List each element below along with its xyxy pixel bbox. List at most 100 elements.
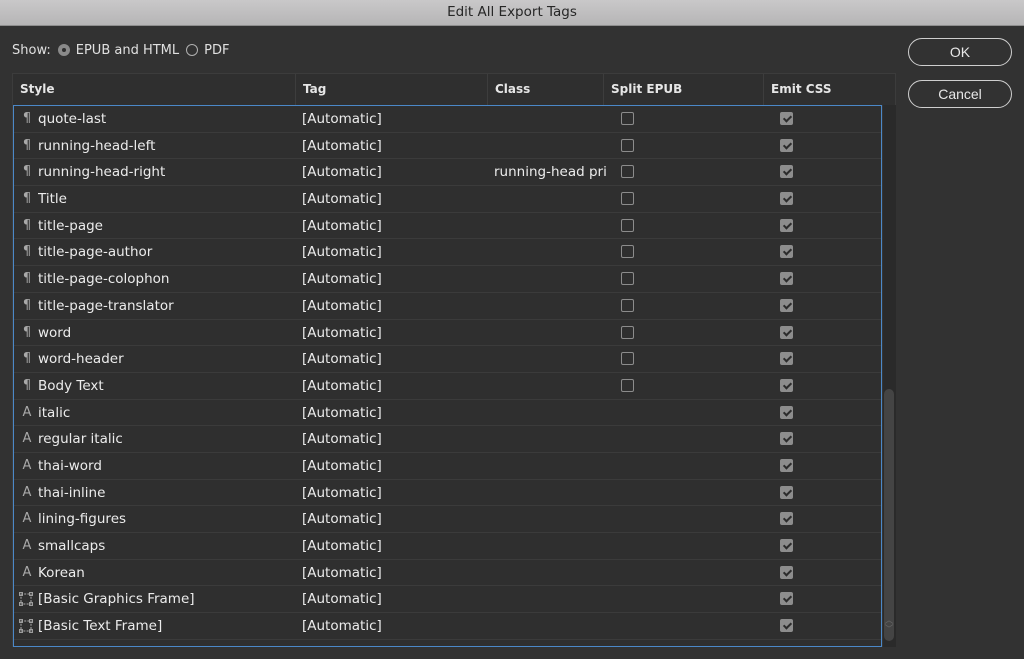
tag-value[interactable]: [Automatic] — [302, 426, 487, 452]
split-epub-checkbox[interactable] — [621, 378, 634, 392]
pdf-radio[interactable] — [186, 44, 199, 56]
class-value[interactable] — [494, 320, 609, 346]
split-epub-checkbox[interactable] — [621, 272, 634, 286]
show-option-pdf[interactable]: PDF — [186, 43, 229, 58]
emit-css-checkbox[interactable] — [780, 245, 793, 259]
emit-css-checkbox[interactable] — [780, 298, 793, 312]
split-epub-checkbox[interactable] — [621, 325, 634, 339]
tag-value[interactable]: [Automatic] — [302, 373, 487, 399]
class-value[interactable] — [494, 266, 609, 292]
class-value[interactable] — [494, 480, 609, 506]
emit-css-checkbox[interactable] — [780, 565, 793, 579]
tag-value[interactable]: [Automatic] — [302, 213, 487, 239]
table-row[interactable]: ¶ word [Automatic] — [14, 320, 881, 347]
emit-css-checkbox[interactable] — [780, 138, 793, 152]
class-value[interactable] — [494, 373, 609, 399]
emit-css-checkbox[interactable] — [780, 485, 793, 499]
table-row[interactable]: ¶ title-page [Automatic] — [14, 213, 881, 240]
split-epub-checkbox[interactable] — [621, 192, 634, 206]
emit-css-checkbox[interactable] — [780, 352, 793, 366]
table-row[interactable]: ¶ running-head-right [Automatic] running… — [14, 159, 881, 187]
class-value[interactable] — [494, 346, 609, 372]
table-row[interactable]: A italic [Automatic] — [14, 400, 881, 427]
split-epub-checkbox[interactable] — [621, 112, 634, 125]
tag-value[interactable]: [Automatic] — [302, 533, 487, 559]
table-row[interactable]: ¶ word-header [Automatic] — [14, 346, 881, 373]
vertical-scrollbar[interactable]: ︿ ﹀ — [882, 105, 896, 647]
column-header-class[interactable]: Class — [488, 74, 604, 105]
table-row[interactable]: ¶ title-page-translator [Automatic] — [14, 293, 881, 320]
column-header-tag[interactable]: Tag — [296, 74, 488, 105]
class-value[interactable] — [494, 613, 609, 639]
class-value[interactable] — [494, 213, 609, 239]
table-row[interactable]: [Basic Text Frame] [Automatic] — [14, 613, 881, 640]
class-value[interactable] — [494, 560, 609, 586]
tag-value[interactable]: [Automatic] — [302, 453, 487, 479]
tag-value[interactable]: [Automatic] — [302, 133, 487, 159]
emit-css-checkbox[interactable] — [780, 592, 793, 606]
emit-css-checkbox[interactable] — [780, 432, 793, 446]
tag-value[interactable]: [Automatic] — [302, 613, 487, 639]
class-value[interactable] — [494, 239, 609, 265]
table-row[interactable]: ¶ title-page-colophon [Automatic] — [14, 266, 881, 293]
class-value[interactable] — [494, 533, 609, 559]
split-epub-checkbox[interactable] — [621, 245, 634, 259]
split-epub-checkbox[interactable] — [621, 352, 634, 366]
table-row[interactable]: ¶ title-page-author [Automatic] — [14, 239, 881, 267]
split-epub-checkbox[interactable] — [621, 218, 634, 232]
split-epub-checkbox[interactable] — [621, 298, 634, 312]
table-row[interactable]: A thai-inline [Automatic] — [14, 480, 881, 507]
scroll-arrows-icon[interactable]: ︿ ﹀ — [884, 617, 894, 635]
emit-css-checkbox[interactable] — [780, 272, 793, 286]
tag-value[interactable]: [Automatic] — [302, 266, 487, 292]
table-row[interactable]: ¶ Body Text [Automatic] — [14, 373, 881, 400]
tag-value[interactable]: [Automatic] — [302, 400, 487, 426]
emit-css-checkbox[interactable] — [780, 218, 793, 232]
class-value[interactable] — [494, 506, 609, 532]
emit-css-checkbox[interactable] — [780, 458, 793, 472]
emit-css-checkbox[interactable] — [780, 405, 793, 419]
class-value[interactable]: running-head pri — [494, 159, 609, 185]
table-row[interactable]: A smallcaps [Automatic] — [14, 533, 881, 560]
emit-css-checkbox[interactable] — [780, 192, 793, 206]
tag-value[interactable]: [Automatic] — [302, 560, 487, 586]
column-header-emit-css[interactable]: Emit CSS — [764, 74, 895, 105]
tag-value[interactable]: [Automatic] — [302, 293, 487, 319]
tag-value[interactable]: [Automatic] — [302, 506, 487, 532]
split-epub-checkbox[interactable] — [621, 138, 634, 152]
class-value[interactable] — [494, 400, 609, 426]
emit-css-checkbox[interactable] — [780, 112, 793, 125]
column-header-style[interactable]: Style — [13, 74, 296, 105]
table-row[interactable]: ¶ running-head-left [Automatic] — [14, 133, 881, 160]
table-row[interactable]: A lining-figures [Automatic] — [14, 506, 881, 533]
table-row[interactable]: A thai-word [Automatic] — [14, 453, 881, 480]
table-row[interactable]: ¶ Title [Automatic] — [14, 186, 881, 213]
show-option-epub-html[interactable]: EPUB and HTML — [57, 43, 179, 58]
tag-value[interactable]: [Automatic] — [302, 320, 487, 346]
emit-css-checkbox[interactable] — [780, 539, 793, 552]
column-header-split-epub[interactable]: Split EPUB — [604, 74, 764, 105]
class-value[interactable] — [494, 586, 609, 612]
class-value[interactable] — [494, 186, 609, 212]
cancel-button[interactable]: Cancel — [908, 80, 1012, 108]
scrollbar-thumb[interactable] — [884, 389, 894, 641]
tag-value[interactable]: [Automatic] — [302, 106, 487, 132]
tag-value[interactable]: [Automatic] — [302, 159, 487, 185]
class-value[interactable] — [494, 453, 609, 479]
tag-value[interactable]: [Automatic] — [302, 480, 487, 506]
class-value[interactable] — [494, 293, 609, 319]
split-epub-checkbox[interactable] — [621, 165, 634, 179]
emit-css-checkbox[interactable] — [780, 378, 793, 392]
epub-html-radio[interactable] — [57, 44, 70, 56]
table-row[interactable]: [Basic Graphics Frame] [Automatic] — [14, 586, 881, 614]
class-value[interactable] — [494, 426, 609, 452]
tag-value[interactable]: [Automatic] — [302, 239, 487, 265]
table-row[interactable]: ¶ quote-last [Automatic] — [14, 106, 881, 133]
class-value[interactable] — [494, 133, 609, 159]
emit-css-checkbox[interactable] — [780, 619, 793, 633]
table-row[interactable]: A regular italic [Automatic] — [14, 426, 881, 453]
emit-css-checkbox[interactable] — [780, 165, 793, 179]
class-value[interactable] — [494, 106, 609, 132]
emit-css-checkbox[interactable] — [780, 512, 793, 526]
table-row[interactable]: A Korean [Automatic] — [14, 560, 881, 587]
